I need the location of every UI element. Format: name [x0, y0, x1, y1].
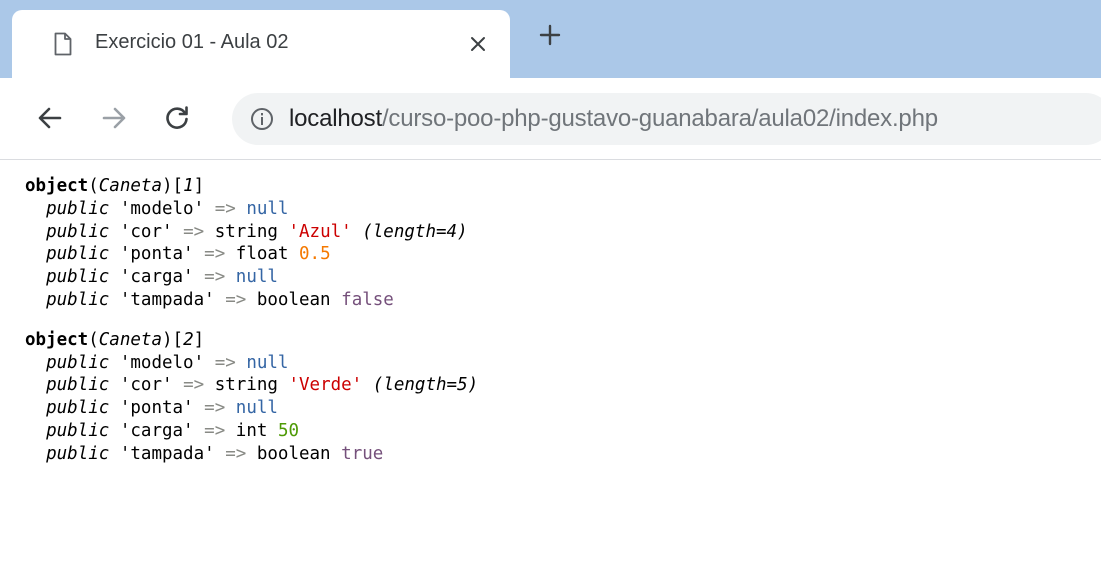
arrow-right-icon[interactable] — [94, 98, 134, 138]
property-value: null — [235, 267, 278, 288]
value-type: boolean — [256, 289, 331, 310]
property-line: public 'modelo' => null — [25, 198, 1085, 221]
object-header: object(Caneta)[2] — [25, 329, 205, 350]
property-name: 'cor' — [119, 221, 173, 242]
plus-icon[interactable] — [532, 17, 568, 53]
property-line: public 'cor' => string 'Azul' (length=4) — [25, 221, 1085, 244]
info-icon[interactable] — [250, 107, 274, 131]
value-type: boolean — [256, 443, 331, 464]
url-path: /curso-poo-php-gustavo-guanabara/aula02/… — [381, 105, 938, 132]
property-line: public 'ponta' => float 0.5 — [25, 243, 1085, 266]
reload-icon[interactable] — [157, 98, 197, 138]
arrow: => — [225, 443, 247, 464]
visibility: public — [46, 352, 110, 373]
var-dump-output: object(Caneta)[1] public 'modelo' => nul… — [25, 175, 1085, 483]
property-name: 'modelo' — [119, 352, 205, 373]
visibility: public — [46, 443, 110, 464]
arrow: => — [183, 221, 205, 242]
property-line: public 'modelo' => null — [25, 352, 1085, 375]
property-line: public 'cor' => string 'Verde' (length=5… — [25, 374, 1085, 397]
arrow: => — [204, 244, 226, 265]
arrow-left-icon[interactable] — [30, 98, 70, 138]
visibility: public — [46, 198, 110, 219]
close-icon[interactable] — [464, 30, 492, 58]
object-header: object(Caneta)[1] — [25, 176, 205, 196]
visibility: public — [46, 375, 110, 396]
visibility: public — [46, 244, 110, 265]
tab-strip: Exercicio 01 - Aula 02 — [0, 0, 1101, 80]
url-host: localhost — [289, 105, 382, 132]
property-name: 'carga' — [119, 420, 194, 441]
arrow: => — [204, 398, 226, 419]
value-type: float — [235, 244, 289, 265]
address-bar[interactable]: localhost/curso-poo-php-gustavo-guanabar… — [232, 93, 1101, 145]
arrow: => — [214, 352, 236, 373]
property-line: public 'ponta' => null — [25, 397, 1085, 420]
property-name: 'cor' — [119, 375, 173, 396]
property-name: 'modelo' — [119, 198, 205, 219]
toolbar: localhost/curso-poo-php-gustavo-guanabar… — [0, 80, 1101, 160]
visibility: public — [46, 289, 110, 310]
property-line: public 'tampada' => boolean false — [25, 289, 1085, 312]
property-value: null — [235, 398, 278, 419]
property-line: public 'tampada' => boolean true — [25, 443, 1085, 466]
property-value: null — [246, 352, 289, 373]
tab-title: Exercicio 01 - Aula 02 — [95, 31, 289, 53]
property-value: 'Azul' — [288, 221, 352, 242]
property-value: true — [341, 443, 384, 464]
property-name: 'ponta' — [119, 244, 194, 265]
object-keyword: object — [25, 176, 89, 196]
arrow: => — [204, 420, 226, 441]
visibility: public — [46, 420, 110, 441]
property-name: 'tampada' — [119, 443, 215, 464]
string-length: (length=4) — [362, 221, 468, 242]
property-name: 'carga' — [119, 267, 194, 288]
visibility: public — [46, 221, 110, 242]
visibility: public — [46, 267, 110, 288]
arrow: => — [214, 198, 236, 219]
property-name: 'tampada' — [119, 289, 215, 310]
property-value: false — [341, 289, 394, 310]
object-dump: object(Caneta)[2] public 'modelo' => nul… — [25, 329, 1085, 466]
value-type: string — [214, 221, 278, 242]
class-name: Caneta — [98, 329, 162, 350]
property-name: 'ponta' — [119, 398, 194, 419]
object-dump: object(Caneta)[1] public 'modelo' => nul… — [25, 175, 1085, 312]
property-value: null — [246, 198, 289, 219]
value-type: string — [214, 375, 278, 396]
property-line: public 'carga' => null — [25, 266, 1085, 289]
arrow: => — [225, 289, 247, 310]
visibility: public — [46, 398, 110, 419]
property-value: 50 — [277, 420, 300, 441]
object-index: 1 — [183, 176, 194, 196]
arrow: => — [204, 267, 226, 288]
document-icon — [54, 32, 72, 56]
class-name: Caneta — [98, 176, 162, 196]
tab-active[interactable]: Exercicio 01 - Aula 02 — [12, 10, 510, 80]
arrow: => — [183, 375, 205, 396]
property-value: 0.5 — [299, 244, 331, 265]
url-text[interactable]: localhost/curso-poo-php-gustavo-guanabar… — [289, 105, 938, 133]
object-keyword: object — [25, 329, 89, 350]
property-value: 'Verde' — [288, 375, 363, 396]
property-line: public 'carga' => int 50 — [25, 420, 1085, 443]
string-length: (length=5) — [372, 375, 479, 396]
object-index: 2 — [183, 329, 194, 350]
value-type: int — [235, 420, 268, 441]
